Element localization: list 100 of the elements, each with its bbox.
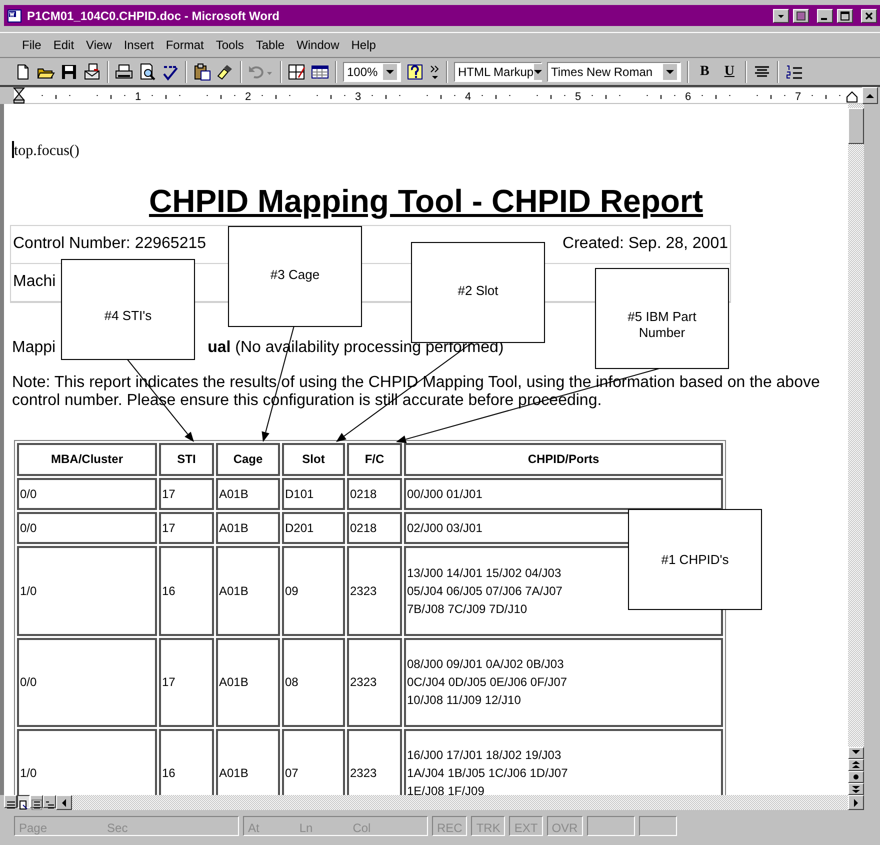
view-icon[interactable] — [31, 798, 42, 810]
double-down-arrow-icon[interactable] — [852, 785, 860, 793]
underline-button[interactable]: U — [719, 61, 740, 82]
ruler-number: 6 — [684, 91, 692, 103]
text-cursor — [12, 141, 14, 158]
format-painter-icon[interactable] — [216, 62, 234, 80]
menu-item[interactable]: Tools — [210, 36, 250, 54]
left-arrow-icon[interactable] — [61, 798, 67, 806]
previous-page-button[interactable] — [848, 759, 864, 771]
print-layout-button[interactable] — [30, 795, 43, 808]
print-preview-icon[interactable] — [138, 62, 156, 80]
numbered-list-icon[interactable] — [785, 62, 804, 80]
table-cell: 00/J00 01/J01 — [404, 478, 723, 510]
style-field[interactable]: HTML Markup — [454, 62, 542, 82]
dropdown-arrow-icon[interactable] — [666, 68, 674, 74]
callout-box: #5 IBM Part Number — [595, 268, 729, 369]
maximize-icon[interactable] — [840, 10, 850, 20]
square-icon[interactable] — [796, 10, 806, 20]
column-header: Cage — [216, 442, 280, 476]
ruler-number: 4 — [464, 91, 472, 103]
scroll-thumb[interactable] — [848, 108, 864, 144]
table-cell: D201 — [282, 512, 345, 544]
view-icon[interactable] — [44, 798, 55, 810]
column-header: MBA/Cluster — [17, 442, 157, 476]
column-header: STI — [159, 442, 214, 476]
table-cell: 0/0 — [17, 638, 157, 726]
script-text: top.focus() — [14, 143, 80, 159]
menu-item[interactable]: Insert — [118, 36, 160, 54]
menu-item[interactable]: View — [80, 36, 118, 54]
minimize-button[interactable] — [817, 8, 833, 22]
scroll-left-button[interactable] — [56, 795, 72, 810]
scroll-right-button[interactable] — [848, 795, 864, 810]
ruler-number: 5 — [574, 91, 582, 103]
close-icon[interactable] — [864, 10, 874, 20]
normal-view-button[interactable] — [4, 795, 17, 808]
table-cell: 08 — [282, 638, 345, 726]
table-cell: 0218 — [347, 478, 402, 510]
right-arrow-icon[interactable] — [853, 798, 859, 806]
view-icon[interactable] — [18, 798, 29, 810]
next-page-button[interactable] — [848, 783, 864, 795]
menu-item[interactable]: Window — [290, 36, 346, 54]
column-header: Slot — [282, 442, 345, 476]
save-icon[interactable] — [60, 62, 78, 80]
table-cell: 17 — [159, 638, 214, 726]
table-cell: A01B — [216, 546, 280, 636]
table-cell: 0218 — [347, 512, 402, 544]
info-text: Machi — [13, 272, 56, 292]
column-header: F/C — [347, 442, 402, 476]
table-cell: 09 — [282, 546, 345, 636]
right-indent-icon[interactable] — [846, 91, 858, 102]
table-cell: 16 — [159, 546, 214, 636]
insert-table-icon[interactable] — [311, 62, 329, 80]
ruler-number: 2 — [244, 91, 252, 103]
dropdown-arrow-icon[interactable] — [534, 68, 542, 74]
menu-dropdown-button[interactable] — [773, 8, 789, 22]
browse-object-button[interactable] — [848, 771, 864, 783]
view-icon[interactable] — [5, 798, 16, 810]
table-cell: A01B — [216, 478, 280, 510]
print-icon[interactable] — [115, 62, 133, 80]
menu-item[interactable]: Help — [345, 36, 382, 54]
menu-item[interactable]: Format — [160, 36, 210, 54]
outline-view-button[interactable] — [43, 795, 56, 808]
table-cell: 2323 — [347, 638, 402, 726]
callout-box: #1 CHPID's — [628, 509, 762, 610]
dot-icon[interactable] — [852, 773, 860, 781]
font-field[interactable]: Times New Roman — [547, 62, 681, 82]
table-cell: 0/0 — [17, 512, 157, 544]
up-arrow-icon[interactable] — [866, 92, 874, 98]
double-up-arrow-icon[interactable] — [852, 761, 860, 769]
status-panel — [638, 816, 677, 836]
info-text: Created: Sep. 28, 2001 — [562, 234, 728, 254]
paste-icon[interactable] — [193, 62, 211, 80]
document-envelope-icon[interactable] — [83, 62, 101, 80]
scroll-up-button[interactable] — [862, 87, 878, 104]
help-icon[interactable] — [406, 62, 424, 80]
info-text: Control Number: 22965215 — [13, 234, 206, 254]
menu-item[interactable]: Table — [250, 36, 291, 54]
zoom-field[interactable]: 100% — [343, 62, 401, 82]
indent-marker-icon[interactable] — [12, 88, 26, 104]
restore-document-button[interactable] — [793, 8, 809, 22]
menu-item[interactable]: Edit — [47, 36, 80, 54]
callout-box: #4 STI's — [61, 259, 195, 360]
maximize-button[interactable] — [837, 8, 853, 22]
chevron-icon[interactable] — [429, 62, 440, 80]
tables-borders-icon[interactable] — [288, 62, 306, 80]
web-layout-button[interactable] — [17, 795, 30, 808]
table-cell: 17 — [159, 478, 214, 510]
dropdown-arrow-icon[interactable] — [386, 68, 394, 74]
down-arrow-icon[interactable] — [852, 749, 860, 757]
scroll-down-button[interactable] — [848, 747, 864, 759]
menu-item[interactable]: File — [16, 36, 48, 54]
bold-button[interactable]: B — [695, 61, 714, 82]
table-cell: 1/0 — [17, 546, 157, 636]
table-cell: A01B — [216, 638, 280, 726]
ruler-number: 7 — [794, 91, 802, 103]
table-cell: 0/0 — [17, 478, 157, 510]
word-document-icon — [7, 8, 23, 22]
table-cell: D101 — [282, 478, 345, 510]
table-cell: A01B — [216, 512, 280, 544]
close-button[interactable] — [861, 8, 877, 22]
